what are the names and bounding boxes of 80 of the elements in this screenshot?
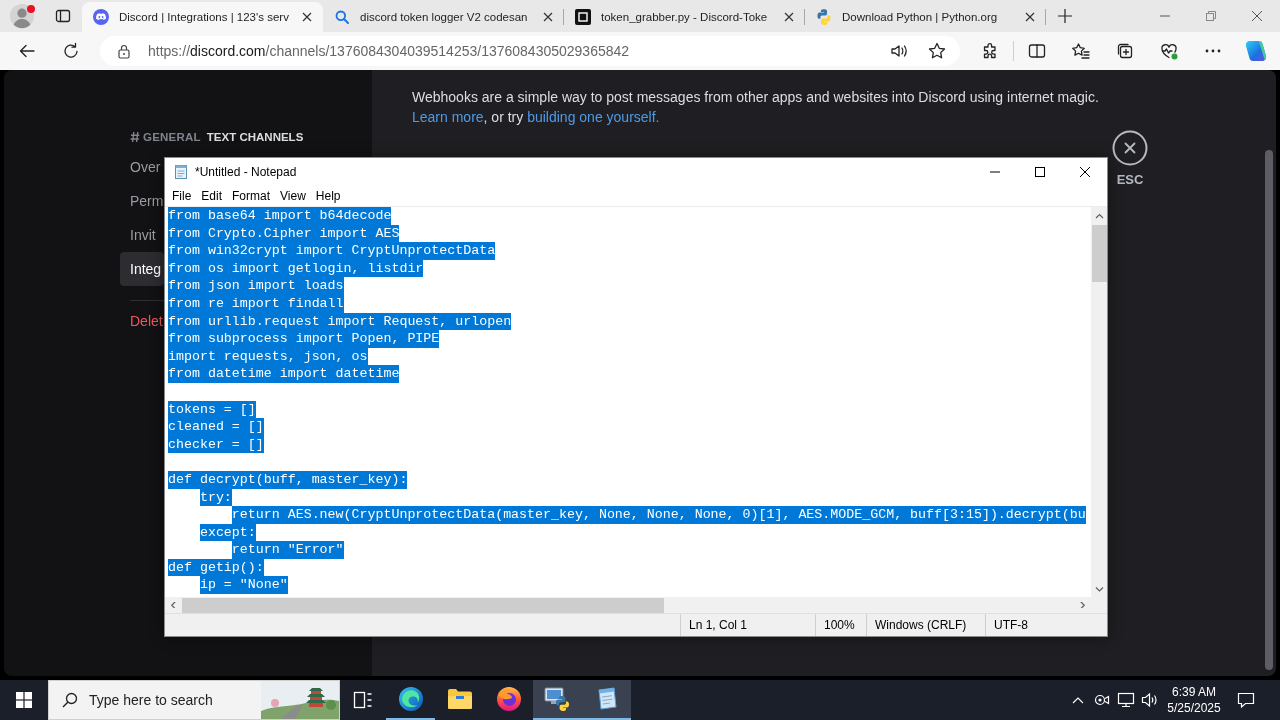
heart-pulse-icon[interactable] (1159, 41, 1179, 61)
notification-dot-icon (27, 5, 35, 13)
notepad-icon (173, 164, 189, 180)
gradient-logo-icon[interactable] (1244, 39, 1268, 63)
taskbar-button[interactable] (582, 680, 631, 720)
collections-icon[interactable] (1115, 41, 1135, 61)
close-icon[interactable] (784, 12, 794, 22)
encoding-label: UTF-8 (994, 618, 1028, 632)
star-icon[interactable] (927, 41, 947, 61)
url-text[interactable]: https://discord.com/channels/1376084304039514253/1376084305029365842 (148, 43, 630, 59)
tab-actions-icon[interactable] (55, 8, 71, 24)
back-arrow-icon[interactable] (18, 42, 36, 60)
notification-icon[interactable] (1237, 691, 1255, 709)
clock-date[interactable]: 5/25/2025 (1167, 700, 1221, 716)
star-list-icon[interactable] (1071, 41, 1091, 61)
close-icon[interactable] (1252, 11, 1262, 21)
close-icon[interactable] (302, 12, 312, 22)
taskbar-button[interactable] (533, 680, 582, 720)
address-field[interactable]: https://discord.com/channels/1376084304039514253/1376084305029365842 (100, 36, 960, 66)
scrollbar-thumb[interactable] (182, 597, 664, 613)
maximize-icon[interactable] (1034, 167, 1045, 177)
menu-item[interactable]: File (167, 186, 197, 206)
browser-tab[interactable]: Download Python | Python.org (805, 2, 1046, 32)
browser-tab[interactable]: discord token logger V2 codesan (323, 2, 564, 32)
horizontal-scrollbar[interactable] (165, 597, 1091, 613)
hash-icon (130, 131, 140, 143)
task-view-icon[interactable] (353, 691, 373, 709)
sidebar-item[interactable]: Integ (120, 252, 164, 286)
lock-icon[interactable] (116, 43, 132, 59)
vertical-scrollbar[interactable] (1091, 207, 1107, 597)
split-screen-icon[interactable] (1027, 41, 1047, 61)
close-icon[interactable] (1079, 167, 1090, 177)
browser-swirl-icon (397, 686, 424, 712)
scroll-down-icon[interactable] (1094, 585, 1104, 592)
sidebar-item[interactable]: Delet (120, 304, 164, 338)
search-icon (335, 10, 349, 24)
camera-icon[interactable] (1094, 692, 1110, 708)
scroll-up-icon[interactable] (1094, 212, 1104, 219)
category-label: TEXT CHANNELS (206, 131, 304, 143)
line-ending: Windows (CRLF) (875, 618, 967, 632)
close-icon[interactable] (543, 12, 553, 22)
zoom-level: 100% (824, 618, 855, 632)
sidebar-item[interactable]: Over (120, 150, 164, 184)
sidebar-item[interactable]: Perm (120, 184, 164, 218)
speaker-icon[interactable] (1141, 692, 1159, 708)
scrollbar-thumb[interactable] (1091, 225, 1107, 282)
scroll-right-icon[interactable] (1078, 602, 1087, 608)
scrollbar[interactable] (1265, 150, 1273, 670)
fox-browser-icon (495, 686, 522, 712)
cursor-position: Ln 1, Col 1 (689, 618, 748, 632)
sidebar-item[interactable]: Invit (120, 218, 164, 252)
close-icon[interactable] (1025, 12, 1035, 22)
new-tab-icon[interactable] (1058, 9, 1072, 23)
chevron-up-icon[interactable] (1072, 696, 1084, 704)
profile-avatar-icon[interactable] (9, 3, 35, 29)
network-icon[interactable] (1117, 692, 1135, 708)
start-menu-icon[interactable] (16, 692, 32, 708)
refresh-icon[interactable] (62, 42, 80, 60)
menu-item[interactable]: View (275, 186, 311, 206)
window-title: *Untitled - Notepad (195, 165, 298, 179)
controller-logo-icon (93, 9, 109, 25)
build-webhook-link[interactable]: building one yourself. (527, 109, 660, 125)
scroll-left-icon[interactable] (169, 602, 178, 608)
installer-icon (543, 686, 572, 712)
menu-item[interactable]: Format (227, 186, 276, 206)
restore-icon[interactable] (1206, 11, 1216, 21)
learn-more-link[interactable]: Learn more (412, 109, 484, 125)
search-icon (62, 692, 78, 708)
browser-tab[interactable]: Discord | Integrations | 123's serv (82, 2, 323, 32)
menu-item[interactable]: Edit (196, 186, 228, 206)
folder-icon (446, 688, 473, 710)
esc-label: ESC (1116, 172, 1144, 187)
channel-name: GENERAL (143, 131, 201, 143)
close-circle-icon[interactable] (1112, 130, 1148, 166)
two-snakes-logo-icon (815, 8, 833, 26)
clock-time[interactable]: 6:39 AM (1172, 684, 1216, 700)
square-logo-icon (575, 9, 591, 25)
webhooks-description: Webhooks are a simple way to post messages from other apps and websites into Discord using internet magic. Learn more, or try building one yourself. (412, 88, 1100, 127)
menu-item[interactable]: Help (310, 186, 346, 206)
browser-tab[interactable]: token_grabber.py - Discord-Toke (564, 2, 805, 32)
